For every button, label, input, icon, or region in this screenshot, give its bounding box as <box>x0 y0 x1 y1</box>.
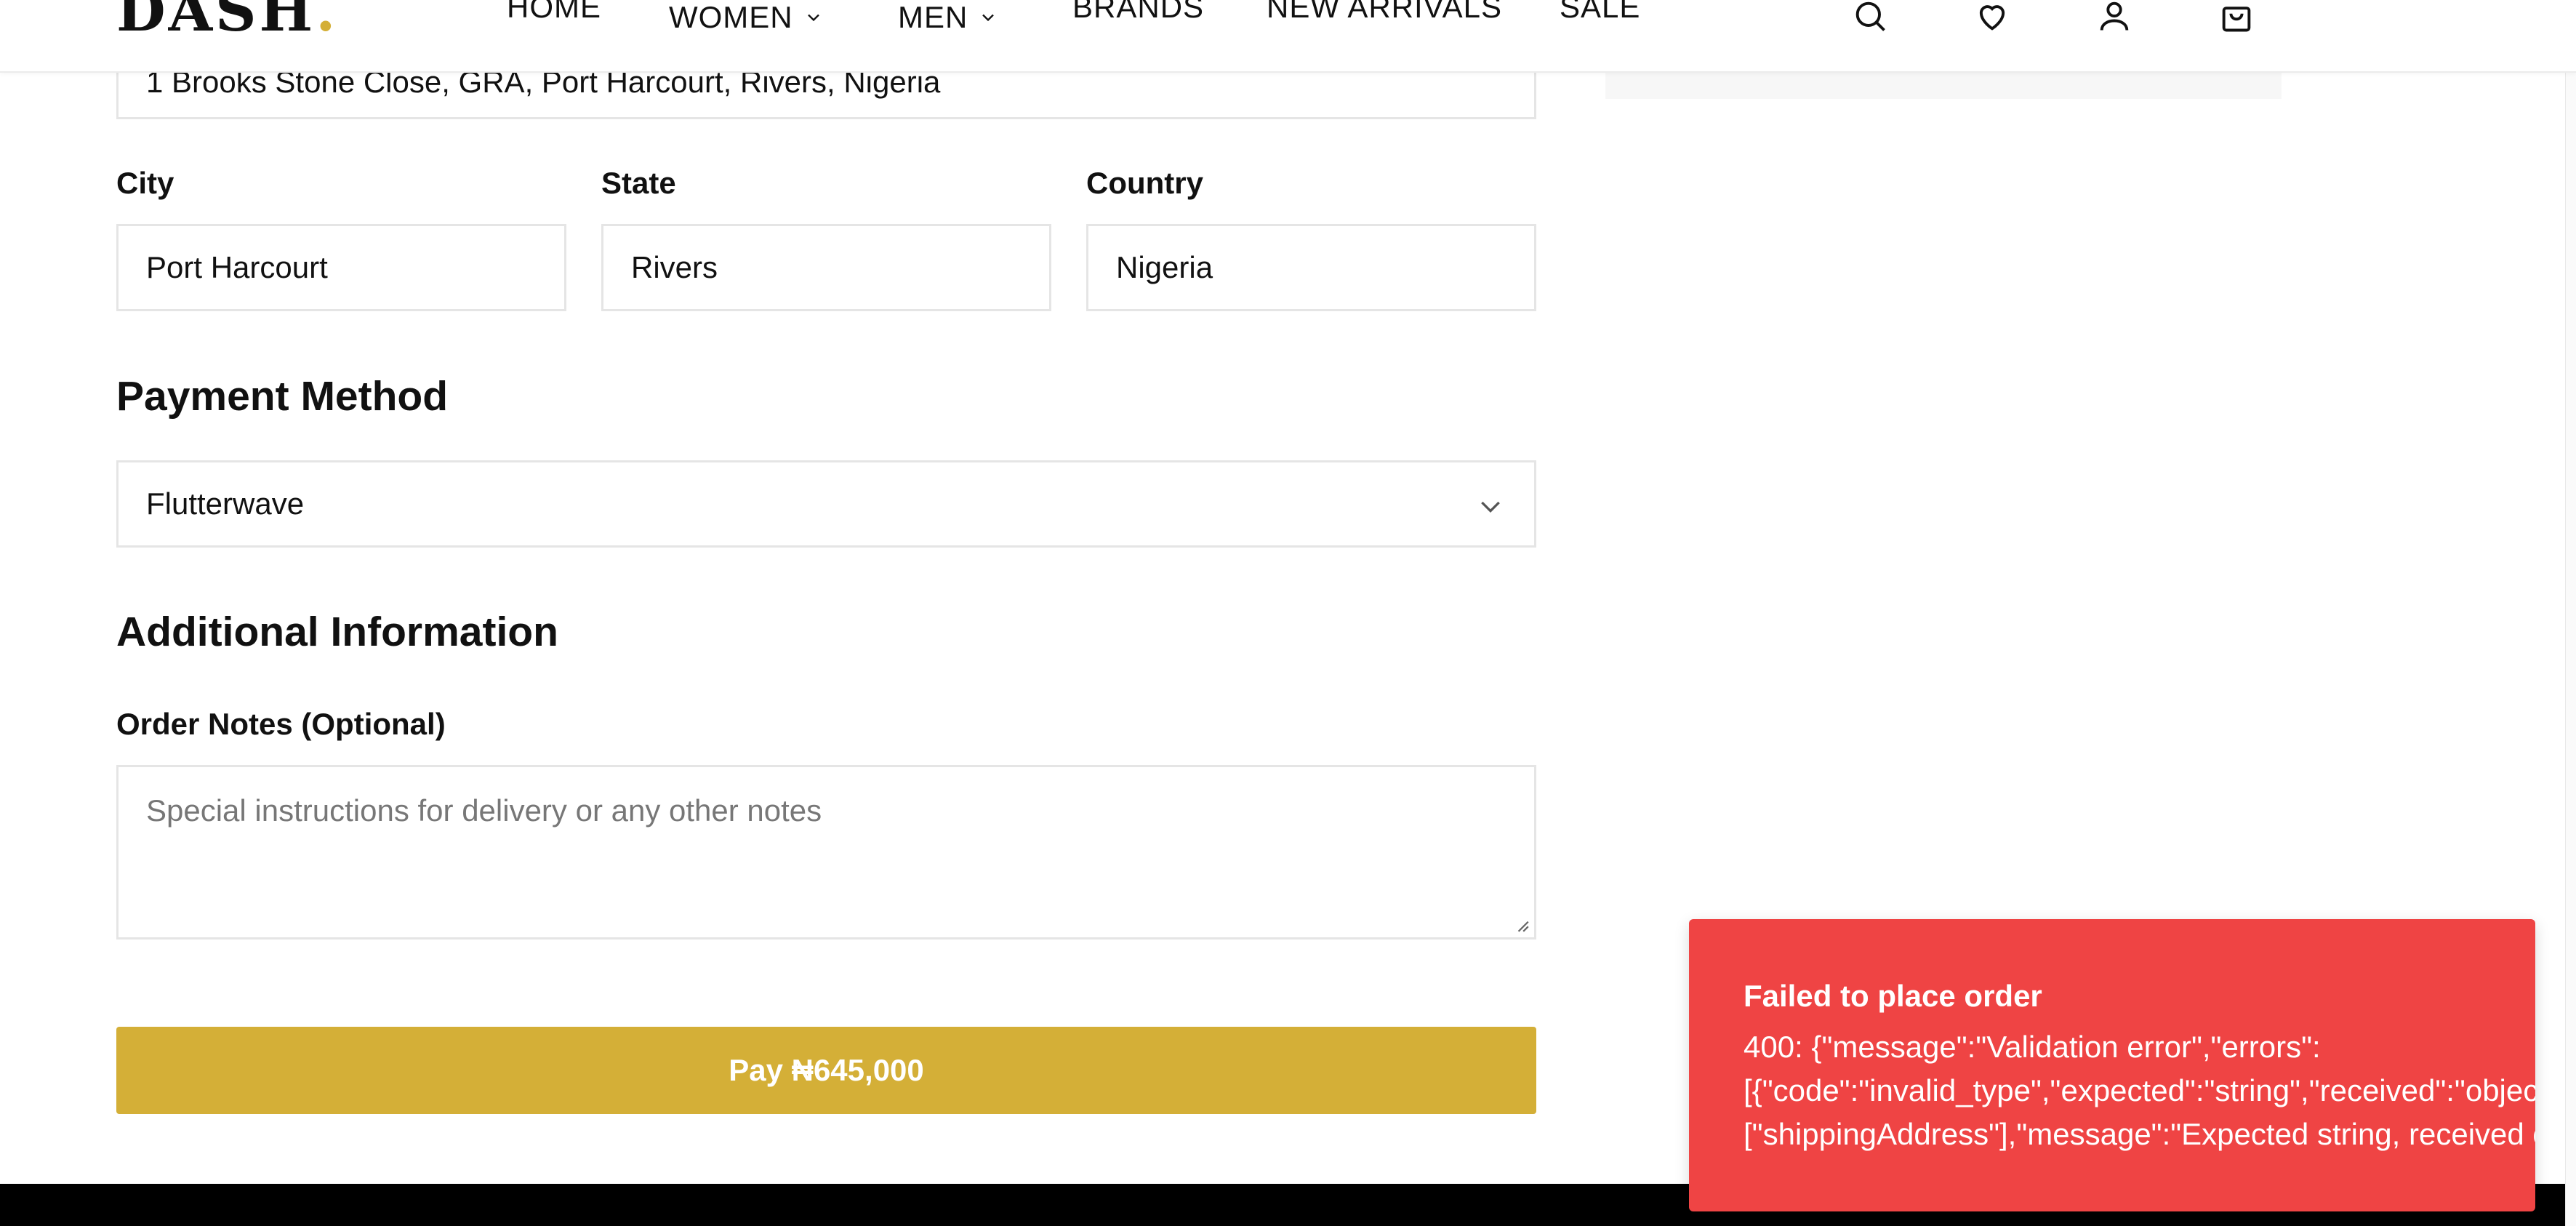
bag-icon[interactable] <box>2218 0 2255 35</box>
order-notes-label: Order Notes (Optional) <box>116 707 446 741</box>
toast-message-line-2: [{"code":"invalid_type","expected":"stri… <box>1744 1073 2535 1107</box>
payment-method-select[interactable]: Flutterwave <box>116 460 1536 548</box>
city-input[interactable]: Port Harcourt <box>116 224 566 311</box>
payment-method-value: Flutterwave <box>146 486 305 521</box>
nav-women[interactable]: WOMEN <box>669 0 824 35</box>
nav-sale[interactable]: SALE <box>1560 0 1640 25</box>
nav-new-arrivals-label: NEW ARRIVALS <box>1267 0 1502 24</box>
nav-men-label: MEN <box>898 0 968 34</box>
order-notes-placeholder: Special instructions for delivery or any… <box>146 793 822 828</box>
nav-new-arrivals[interactable]: NEW ARRIVALS <box>1267 0 1502 25</box>
resize-handle-icon[interactable] <box>1514 917 1530 933</box>
pay-button[interactable]: Pay ₦645,000 <box>116 1027 1536 1114</box>
error-toast[interactable]: Failed to place order 400: {"message":"V… <box>1689 919 2535 1211</box>
scrollbar[interactable] <box>2565 0 2576 1226</box>
additional-info-title: Additional Information <box>116 609 558 655</box>
nav-men[interactable]: MEN <box>898 0 998 35</box>
toast-message-line-3: ["shippingAddress"],"message":"Expected … <box>1744 1117 2535 1151</box>
country-label: Country <box>1086 166 1203 200</box>
state-input[interactable]: Rivers <box>601 224 1051 311</box>
order-summary-panel <box>1605 73 2282 99</box>
city-label: City <box>116 166 174 200</box>
chevron-down-icon <box>1481 501 1500 513</box>
user-icon[interactable] <box>2095 0 2133 35</box>
nav-brands-label: BRANDS <box>1072 0 1205 24</box>
payment-method-title: Payment Method <box>116 373 449 420</box>
toast-title: Failed to place order <box>1744 979 2042 1013</box>
nav-women-label: WOMEN <box>669 0 793 34</box>
state-value: Rivers <box>631 250 718 284</box>
state-label: State <box>601 166 676 200</box>
country-input[interactable]: Nigeria <box>1086 224 1536 311</box>
chevron-down-icon <box>982 14 995 22</box>
chevron-down-icon <box>807 14 819 22</box>
nav-home-label: HOME <box>507 0 601 24</box>
site-header: DASH. HOME WOMEN MEN BRANDS NEW ARRIVALS… <box>0 0 2576 73</box>
city-value: Port Harcourt <box>146 250 328 284</box>
search-icon[interactable] <box>1851 0 1889 35</box>
heart-icon[interactable] <box>1973 0 2011 35</box>
nav-brands[interactable]: BRANDS <box>1072 0 1204 25</box>
nav-home[interactable]: HOME <box>507 0 601 25</box>
nav-sale-label: SALE <box>1560 0 1641 24</box>
order-notes-textarea[interactable]: Special instructions for delivery or any… <box>116 765 1536 939</box>
main-nav: HOME WOMEN MEN BRANDS NEW ARRIVALS SALE <box>0 0 2576 35</box>
toast-message-line-1: 400: {"message":"Validation error","erro… <box>1744 1030 2321 1064</box>
country-value: Nigeria <box>1116 250 1213 284</box>
